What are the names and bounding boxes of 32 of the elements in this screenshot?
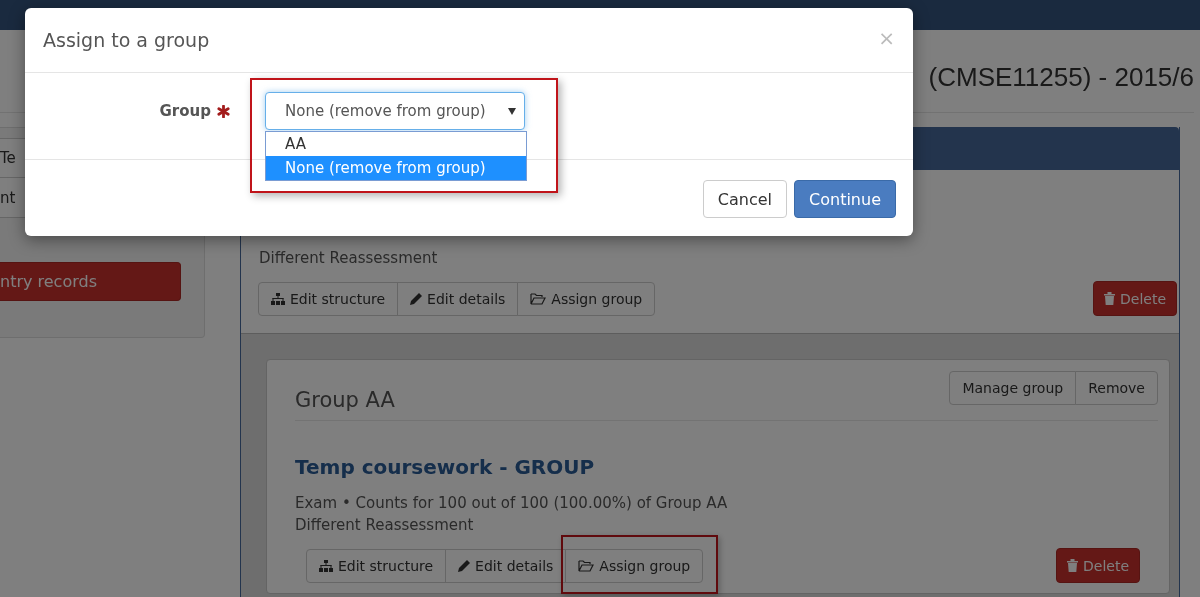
folder-icon [530, 292, 547, 305]
sitemap-icon [319, 559, 333, 572]
assessment-note: Different Reassessment [259, 248, 439, 269]
remove-button[interactable]: Remove [1075, 371, 1158, 405]
delete-button[interactable]: Delete [1093, 281, 1177, 316]
field-label: Group [159, 102, 211, 120]
dropdown-option[interactable]: AA [266, 132, 526, 156]
assessment-note: Different Reassessment [295, 515, 475, 536]
assign-group-button[interactable]: Assign group [565, 548, 704, 583]
dropdown-option[interactable]: None (remove from group) [266, 156, 526, 180]
records-button[interactable]: ntry records [0, 262, 181, 301]
modal-title: Assign to a group [43, 29, 210, 51]
continue-button[interactable]: Continue [794, 180, 896, 218]
trash-icon [1067, 559, 1078, 572]
pencil-icon [458, 559, 471, 572]
delete-button[interactable]: Delete [1056, 548, 1140, 583]
group-select[interactable]: None (remove from group) [265, 92, 525, 130]
group-title: Group AA [295, 388, 395, 412]
assign-group-button[interactable]: Assign group [517, 281, 656, 316]
edit-details-button[interactable]: Edit details [397, 281, 519, 316]
caret-icon [508, 107, 516, 115]
trash-icon [1104, 292, 1115, 305]
edit-structure-button[interactable]: Edit structure [306, 548, 447, 583]
pencil-icon [410, 292, 423, 305]
folder-icon [578, 559, 595, 572]
assessment-meta: Exam • Counts for 100 out of 100 (100.00%) of Group AA [295, 493, 729, 514]
cancel-button[interactable]: Cancel [702, 180, 788, 218]
sitemap-icon [271, 292, 285, 305]
page-title: (CMSE11255) - 2015/6 [928, 61, 1194, 93]
assessment-title[interactable]: Temp coursework - GROUP [295, 455, 1158, 479]
edit-structure-button[interactable]: Edit structure [258, 281, 399, 316]
manage-group-button[interactable]: Manage group [949, 371, 1077, 405]
